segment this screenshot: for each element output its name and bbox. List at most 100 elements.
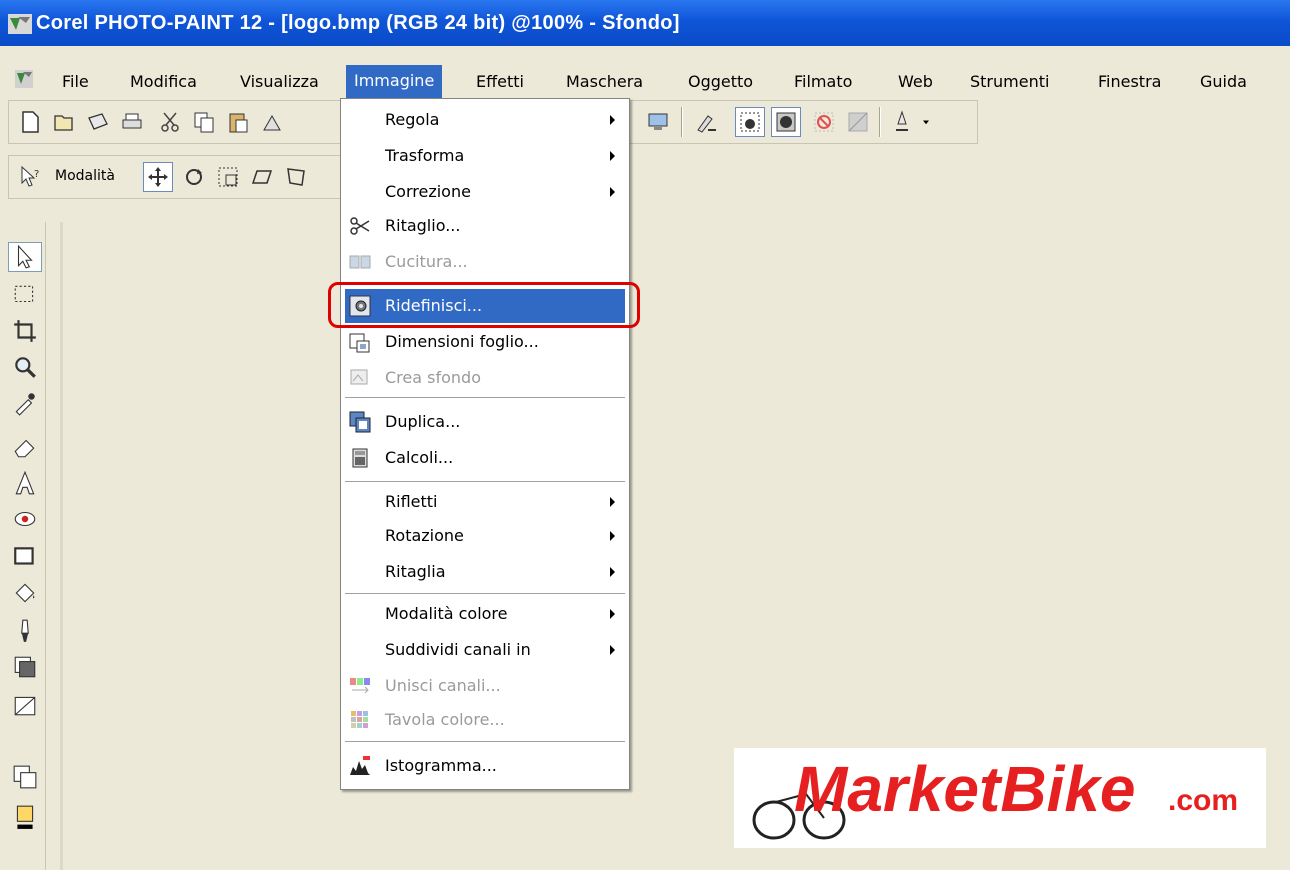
red-eye-tool-icon[interactable] (8, 504, 42, 534)
effect-tool-icon[interactable] (8, 652, 42, 682)
pick-tool-icon[interactable] (8, 242, 42, 272)
menu-item-dimensioni-foglio[interactable]: Dimensioni foglio... (345, 325, 625, 359)
logo-brand-text: MarketBike (794, 753, 1136, 825)
mode-label: Modalità (55, 168, 115, 184)
menu-guida[interactable]: Guida (1200, 70, 1247, 98)
menu-item-correzione[interactable]: Correzione (345, 175, 625, 209)
stitch-icon (349, 255, 371, 269)
paper-size-icon (349, 333, 370, 353)
cut-icon[interactable] (155, 107, 185, 137)
menu-visualizza[interactable]: Visualizza (240, 70, 319, 98)
menu-finestra[interactable]: Finestra (1098, 70, 1161, 98)
menu-item-tavola-colore[interactable]: Tavola colore... (345, 703, 625, 737)
move-mode-icon[interactable] (143, 162, 173, 192)
property-bar: ? Modalità (8, 155, 358, 199)
combine-channels-icon (350, 678, 370, 694)
menu-item-regola[interactable]: Regola (345, 103, 625, 137)
menu-immagine[interactable]: Immagine (346, 65, 443, 99)
mask-overlay-icon[interactable] (771, 107, 801, 137)
document-icon[interactable] (14, 69, 34, 89)
zoom-tool-icon[interactable] (8, 352, 42, 382)
calculator-icon (352, 448, 368, 468)
submenu-arrow-icon (610, 567, 615, 577)
new-file-icon[interactable] (15, 107, 45, 137)
toolbar-separator (681, 107, 683, 137)
text-tool-icon[interactable] (8, 468, 42, 498)
toolbar-separator (879, 107, 881, 137)
rotate-mode-icon[interactable] (179, 162, 209, 192)
submenu-arrow-icon (610, 531, 615, 541)
logo-domain-text: .com (1168, 784, 1239, 817)
scale-mode-icon[interactable] (213, 162, 243, 192)
menu-item-unisci-canali[interactable]: Unisci canali... (345, 669, 625, 703)
print-icon[interactable] (117, 107, 147, 137)
menu-filmato[interactable]: Filmato (794, 70, 852, 98)
menu-web[interactable]: Web (898, 70, 933, 98)
menu-item-ritaglio[interactable]: Ritaglio... (345, 209, 625, 243)
menu-separator (345, 593, 625, 594)
histogram-icon (350, 756, 370, 775)
menu-oggetto[interactable]: Oggetto (688, 70, 753, 98)
menu-item-duplica[interactable]: Duplica... (345, 405, 625, 439)
submenu-arrow-icon (610, 187, 615, 197)
submenu-arrow-icon (610, 115, 615, 125)
menu-item-rifletti[interactable]: Rifletti (345, 485, 625, 519)
logo-image: MarketBike .com (734, 748, 1266, 848)
corel-app-icon[interactable] (8, 14, 32, 34)
svg-text:?: ? (34, 169, 39, 180)
menu-item-trasforma[interactable]: Trasforma (345, 139, 625, 173)
menu-bar: File Modifica Visualizza Immagine Effett… (0, 60, 1290, 102)
eyedropper-tool-icon[interactable] (8, 388, 42, 418)
window-title: Corel PHOTO-PAINT 12 - [logo.bmp (RGB 24… (36, 12, 680, 34)
mask-rectangle-tool-icon[interactable] (8, 280, 42, 310)
menu-maschera[interactable]: Maschera (566, 70, 643, 98)
toolbox (0, 222, 46, 870)
skew-mode-icon[interactable] (247, 162, 277, 192)
import-icon[interactable] (257, 107, 287, 137)
menu-file[interactable]: File (62, 70, 89, 98)
menu-item-istogramma[interactable]: Istogramma... (345, 749, 625, 783)
menu-item-suddividi-canali[interactable]: Suddividi canali in (345, 633, 625, 667)
help-pointer-icon[interactable]: ? (15, 162, 45, 192)
swap-colors-icon[interactable] (8, 762, 42, 792)
crop-tool-icon[interactable] (8, 316, 42, 346)
brush-pen-icon[interactable] (691, 107, 721, 137)
paint-tool-icon[interactable] (8, 616, 42, 646)
crop-scissors-icon (350, 217, 370, 235)
color-table-icon (351, 711, 368, 728)
mask-marquee-icon[interactable] (735, 107, 765, 137)
annotation-highlight-outline (328, 282, 640, 328)
open-file-icon[interactable] (49, 107, 79, 137)
launcher-icon[interactable] (887, 107, 917, 137)
scan-icon[interactable] (83, 107, 113, 137)
eraser-tool-icon[interactable] (8, 432, 42, 462)
menu-effetti[interactable]: Effetti (476, 70, 524, 98)
menu-separator (345, 481, 625, 482)
title-bar: Corel PHOTO-PAINT 12 - [logo.bmp (RGB 24… (0, 0, 1290, 46)
menu-item-modalita-colore[interactable]: Modalità colore (345, 597, 625, 631)
menu-separator (345, 741, 625, 742)
menu-item-crea-sfondo[interactable]: Crea sfondo (345, 361, 625, 395)
launcher-dropdown-icon[interactable] (917, 107, 935, 137)
workspace-splitter[interactable] (60, 222, 63, 870)
submenu-arrow-icon (610, 609, 615, 619)
menu-item-cucitura[interactable]: Cucitura... (345, 245, 625, 279)
lens-icon[interactable] (843, 107, 873, 137)
duplicate-icon (349, 411, 371, 433)
distort-mode-icon[interactable] (281, 162, 311, 192)
copy-icon[interactable] (189, 107, 219, 137)
menu-item-calcoli[interactable]: Calcoli... (345, 441, 625, 475)
menu-strumenti[interactable]: Strumenti (970, 70, 1049, 98)
image-sprayer-tool-icon[interactable] (8, 690, 42, 720)
fill-color-swatch[interactable] (8, 802, 42, 832)
fill-tool-icon[interactable] (8, 578, 42, 608)
paste-icon[interactable] (223, 107, 253, 137)
rectangle-tool-icon[interactable] (8, 542, 42, 572)
display-icon[interactable] (643, 107, 673, 137)
menu-item-ritaglia[interactable]: Ritaglia (345, 555, 625, 589)
menu-separator (345, 397, 625, 398)
create-background-icon (350, 369, 368, 385)
no-mask-icon[interactable] (809, 107, 839, 137)
menu-item-rotazione[interactable]: Rotazione (345, 519, 625, 553)
menu-modifica[interactable]: Modifica (130, 70, 197, 98)
